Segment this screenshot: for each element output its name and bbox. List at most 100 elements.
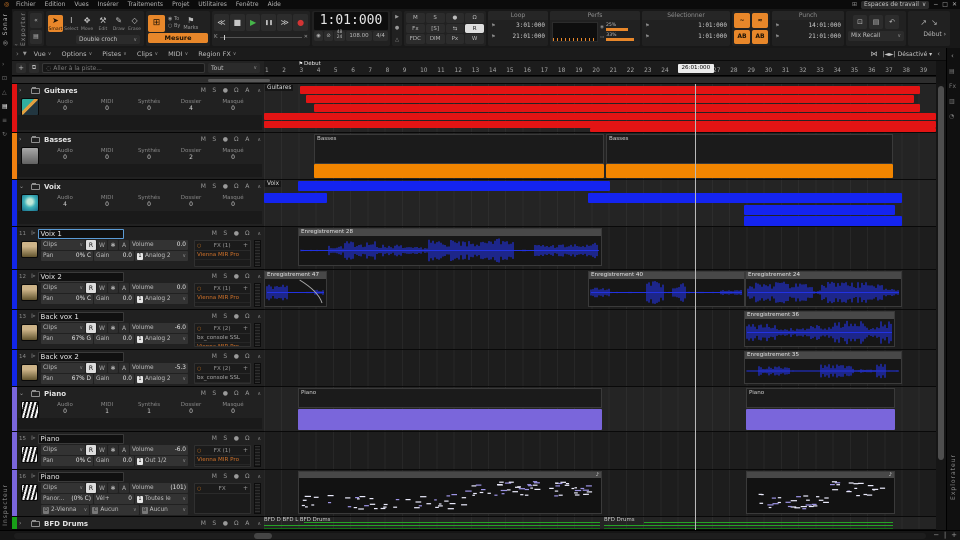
mix-s-button[interactable]: [S] [426,24,445,34]
mix-dim-button[interactable]: DIM [426,34,445,44]
clip-bar[interactable] [264,193,327,203]
clip-bar[interactable] [298,409,602,430]
side-glyph-0[interactable]: ▶ [395,14,399,20]
left-tool-icon-1[interactable]: ⊡ [2,75,7,82]
minimize-button[interactable]: − [933,1,938,8]
track-m-button[interactable]: M [209,353,219,360]
tool-select[interactable]: ISelect [64,15,79,32]
zoom-out-button[interactable]: − [933,531,939,539]
snap-marks[interactable]: ⚑Marks [183,16,198,31]
output-dropdown[interactable]: 1Analog 2∨ [135,251,188,261]
output-dropdown[interactable]: 1Analog 2∨ [135,334,188,344]
output-dropdown[interactable]: 1Toutes le∨ [135,494,188,504]
folder-arrow-icon[interactable]: › [19,87,27,94]
track-record-button[interactable]: ● [220,87,230,94]
drums-clip[interactable]: BFD Drums [604,517,895,529]
track-ω-button[interactable]: Ω [231,183,241,190]
fx-plugin[interactable]: Vienna MIR Pro [195,456,250,465]
track-record-button[interactable]: ● [231,230,241,237]
side-glyph-1[interactable]: ● [395,25,399,31]
fx-plugin[interactable]: bx_console SSL [195,374,250,383]
clips-dropdown[interactable]: Clips∨ [41,240,85,250]
mix-r-button[interactable]: R [465,24,484,34]
track-s-button[interactable]: S [209,136,219,143]
track-a-button[interactable]: A [242,136,252,143]
collapse-chevron-icon[interactable]: ∧ [257,521,261,527]
gain-control[interactable]: Gain0.0 [94,456,134,466]
track-name[interactable]: Piano [38,434,124,444]
track-m-button[interactable]: M [209,313,219,320]
ab-button-2[interactable]: AB [734,30,750,45]
track-s-button[interactable]: S [220,273,230,280]
track-name[interactable]: Piano [44,390,66,398]
power-icon[interactable]: ○ [197,366,201,372]
zoom-slider[interactable]: ❘ [942,531,948,539]
power-icon[interactable]: ○ [197,448,201,454]
collapse-chevron-icon[interactable]: ∧ [257,314,261,320]
fx-rack[interactable]: ○FX (1)+Vienna MIR Pro [194,445,251,467]
track-header-14[interactable]: 14‖▸Back vox 2MS●Ω∧Clips∨RW✱AVolume-5.3P… [12,350,264,387]
track-a-button[interactable]: A [242,520,252,527]
clip-bar[interactable] [300,86,920,94]
fx-plugin[interactable]: Vienna MIR Pro [195,251,250,260]
volume-control[interactable]: Volume-6.0 [130,445,188,455]
vertical-scrollbar[interactable] [936,84,946,530]
transport-rewind-button[interactable]: ≪ [214,14,229,31]
lane-14[interactable]: Enregistrement 35 [264,350,936,387]
automation-button[interactable]: A [119,445,129,455]
arrow-icon-0[interactable]: ↗ [920,18,927,27]
menu-item-utilitaires[interactable]: Utilitaires [198,1,227,8]
left-tool-icon-5[interactable]: ↻ [2,131,7,138]
track-s-button[interactable]: S [209,183,219,190]
lane-16[interactable]: ♪♪ [264,470,936,517]
transport-forward-button[interactable]: ≫ [277,14,292,31]
right-tool-icon-1[interactable]: Fx [949,83,956,90]
envelope-icon[interactable]: ⋈ [870,50,877,58]
fx-bypass-button[interactable]: ✱ [108,323,118,333]
clip-bar[interactable] [590,128,936,132]
tool-erase[interactable]: ◇Erase [127,15,142,32]
lane-piano[interactable]: PianoPiano [264,387,936,432]
track-ω-button[interactable]: Ω [242,435,252,442]
volume-control[interactable]: Volume(101) [130,483,188,493]
track-ω-button[interactable]: Ω [242,230,252,237]
k-close-icon[interactable]: ✕ [304,34,308,40]
audio-clip[interactable]: Enregistrement 24 [745,271,902,307]
add-track-button[interactable]: + [16,63,26,73]
track-name[interactable]: Guitares [44,87,78,95]
collapse-left-icon[interactable]: › [16,50,19,58]
folder-arrow-icon[interactable]: › [19,520,27,527]
track-header-voix[interactable]: ⌄VoixMS●ΩA∧Audio4MIDI0Synthés0Dossier0Ma… [12,180,264,227]
fx-plugin[interactable]: Vienna MIR Pro [195,343,250,347]
collapse-chevron-icon[interactable]: ∧ [257,354,261,360]
folder-arrow-icon[interactable]: ⌄ [19,183,27,190]
track-s-button[interactable]: S [209,390,219,397]
collapse-chevron-icon[interactable]: ∧ [257,474,261,480]
track-ω-button[interactable]: Ω [231,136,241,143]
collapse-chevron-icon[interactable]: ∧ [257,184,261,190]
view-menu-pistes[interactable]: Pistes∨ [99,50,130,58]
tool-edit[interactable]: ⚒Edit [95,15,110,32]
midi-clip[interactable]: ♪ [746,471,895,514]
clip[interactable]: Piano [298,388,602,408]
select-end-value[interactable]: 1:01:000 [698,33,727,40]
zoom-in-button[interactable]: + [951,531,957,539]
clips-dropdown[interactable]: Clips∨ [41,445,85,455]
punch-start-value[interactable]: 14:01:000 [808,22,841,29]
snap-by[interactable]: ○ By [168,23,180,30]
automation-button[interactable]: A [119,240,129,250]
track-name[interactable]: Voix 2 [38,272,124,282]
track-header-basses[interactable]: ›BassesMS●ΩA∧Audio0MIDI0Synthés0Dossier2… [12,133,264,180]
splitter-handle[interactable] [208,79,270,82]
gain-control[interactable]: Gain0.0 [94,374,134,384]
lane-11[interactable]: Enregistrement 28 [264,227,936,270]
record-arm-button[interactable]: R [86,445,96,455]
track-record-button[interactable]: ● [231,313,241,320]
search-input[interactable]: ◌Aller à la piste... [42,63,205,73]
velocity-control[interactable]: Vél+0 [94,494,134,504]
automation-button[interactable]: A [119,283,129,293]
collapse-icon[interactable]: ‹ [937,50,940,58]
track-m-button[interactable]: M [198,520,208,527]
collapse-right-icon[interactable]: ‹ [951,52,954,60]
track-a-button[interactable]: A [242,183,252,190]
